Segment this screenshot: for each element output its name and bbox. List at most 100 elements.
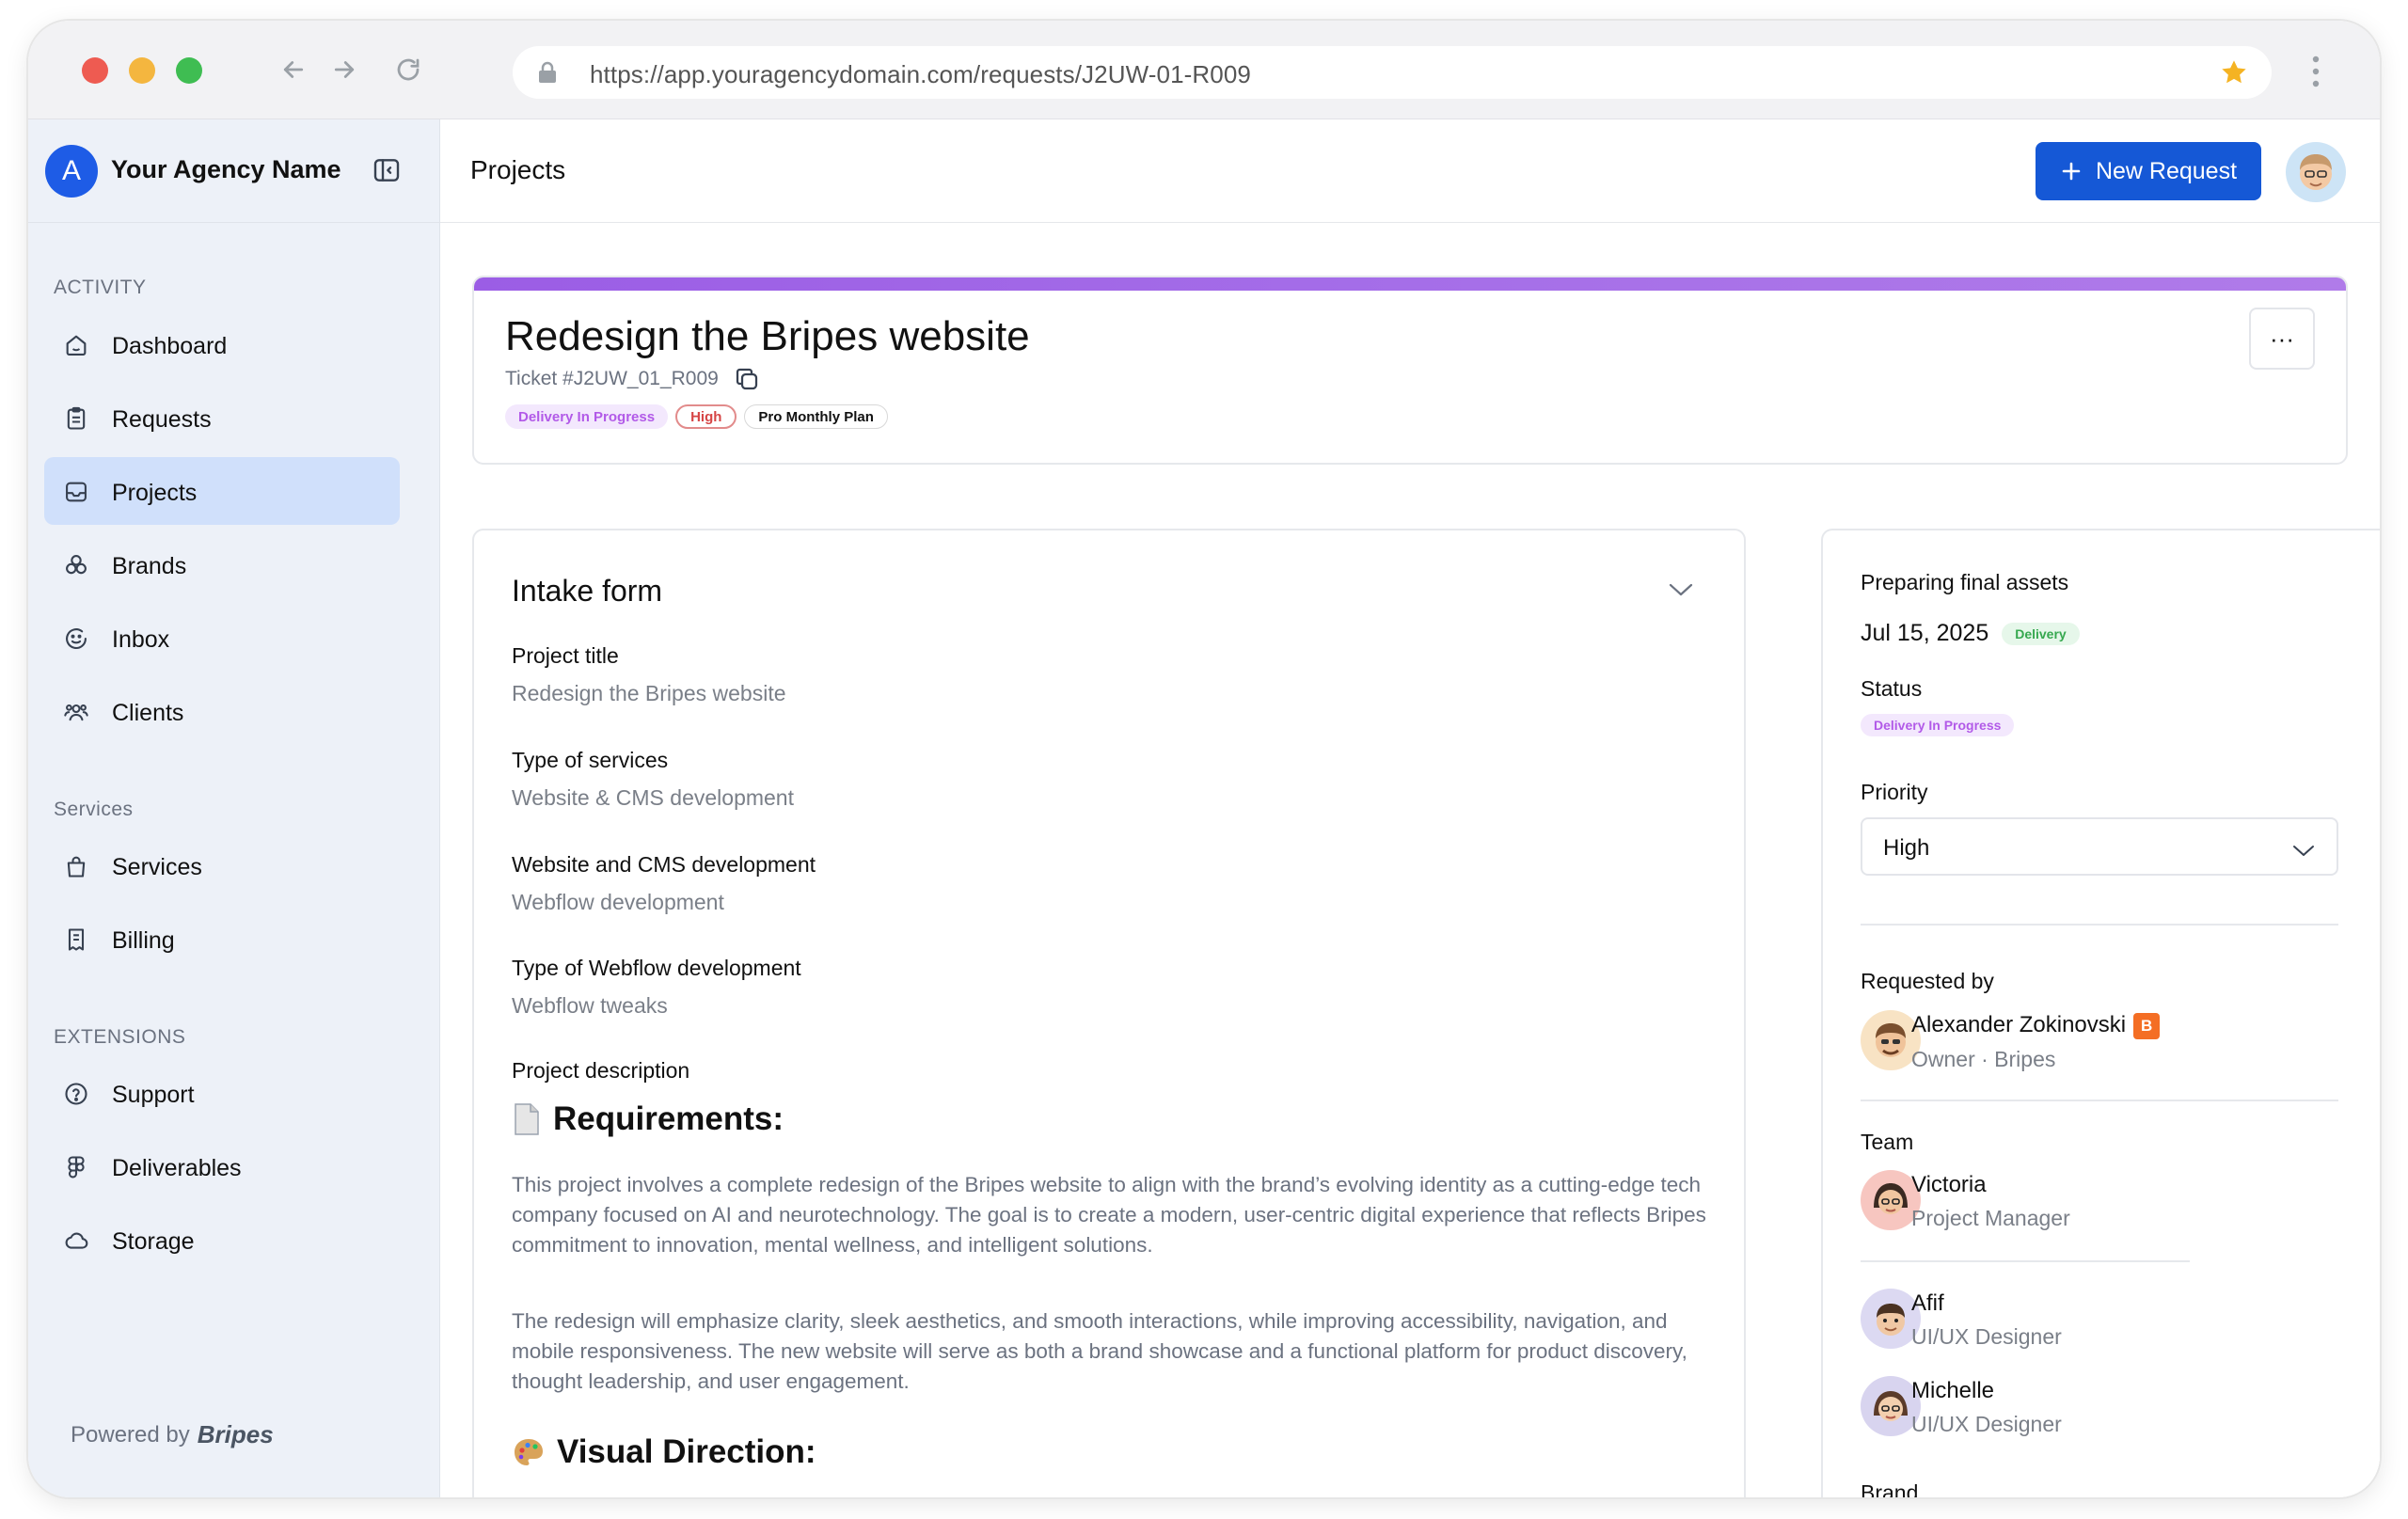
sidebar-item-label: Deliverables [112,1155,242,1181]
sidebar-item-projects[interactable]: Projects [44,457,400,525]
chat-smile-icon [63,625,89,652]
accent-bar [474,277,2346,291]
copy-icon[interactable] [733,365,761,398]
sidebar-item-label: Clients [112,700,184,726]
sidebar-item-deliverables[interactable]: Deliverables [44,1132,400,1200]
maximize-window-button[interactable] [176,57,202,84]
sidebar-item-label: Billing [112,927,175,954]
sidebar-item-label: Projects [112,480,198,506]
field-label: Project title [512,643,619,668]
chevron-down-icon[interactable] [1667,579,1695,605]
milestone-label: Preparing final assets [1861,570,2069,594]
sidebar-item-storage[interactable]: Storage [44,1206,400,1274]
request-details-card: Preparing final assets Jul 15, 2025 Deli… [1821,529,2380,1497]
description-paragraph: The redesign will emphasize clarity, sle… [512,1309,1687,1393]
sidebar-item-brands[interactable]: Brands [44,530,400,598]
field-value: Website & CMS development [512,785,794,810]
plan-badge: Pro Monthly Plan [744,404,888,429]
powered-by-label: Powered by [71,1421,190,1448]
priority-select-value: High [1883,835,1930,861]
delivery-badge: Delivery [2002,622,2080,645]
help-circle-icon [63,1081,89,1107]
sidebar-item-inbox[interactable]: Inbox [44,604,400,672]
request-title: Redesign the Bripes website [505,313,1030,359]
user-avatar[interactable] [2286,142,2346,202]
field-value: Webflow development [512,890,724,914]
team-member-role: Project Manager [1911,1206,2070,1230]
shopping-bag-icon [63,853,89,879]
divider [1861,1100,2338,1101]
minimize-window-button[interactable] [129,57,155,84]
sidebar-item-label: Brands [112,553,187,579]
plus-icon [2062,162,2081,181]
status-value-badge: Delivery In Progress [1861,714,2015,736]
new-request-button[interactable]: New Request [2036,142,2261,200]
priority-select[interactable]: High [1861,817,2338,876]
status-value-wrap: Delivery In Progress [1861,714,2015,736]
browser-window: https://app.youragencydomain.com/request… [28,21,2380,1497]
agency-avatar: A [45,145,98,198]
receipt-icon [63,926,89,953]
team-member-role: UI/UX Designer [1911,1324,2062,1349]
sidebar: A Your Agency Name ACTIVITY Dashboard Re… [28,119,440,1497]
priority-badge: High [675,404,737,429]
status-badge: Delivery In Progress [505,404,669,429]
cloud-icon [63,1227,89,1254]
figma-icon [63,1154,89,1180]
description-paragraph: This project involves a complete redesig… [512,1173,1706,1257]
users-icon [63,699,89,725]
close-window-button[interactable] [82,57,108,84]
sidebar-item-support[interactable]: Support [44,1059,400,1127]
agency-name: Your Agency Name [111,155,341,183]
url-text: https://app.youragencydomain.com/request… [590,60,1251,88]
back-arrow-icon[interactable] [275,51,312,88]
section-label-services: Services [54,799,134,820]
milestone-row: Jul 15, 2025 Delivery [1861,620,2080,647]
sidebar-item-label: Services [112,854,202,880]
divider [1861,1260,2190,1262]
reload-icon[interactable] [389,51,427,88]
priority-label: Priority [1861,780,1928,804]
request-tags: Delivery In Progress High Pro Monthly Pl… [505,404,888,429]
visual-direction-heading: Visual Direction: [512,1433,816,1471]
sidebar-item-label: Support [112,1082,195,1108]
sidebar-toggle-icon[interactable] [372,155,402,190]
status-label: Status [1861,676,1923,701]
visual-direction-text: Visual Direction: [557,1433,816,1470]
team-member-name: Afif [1911,1290,1944,1316]
bookmark-star-icon[interactable] [2219,57,2249,92]
requester-name: Alexander Zokinovski B [1911,1012,2161,1039]
field-label: Type of services [512,748,669,772]
sidebar-brand: A Your Agency Name [28,119,440,223]
sidebar-item-requests[interactable]: Requests [44,384,400,451]
palette-icon [515,1439,543,1465]
forward-arrow-icon[interactable] [325,51,363,88]
sidebar-item-billing[interactable]: Billing [44,905,400,973]
main-content: Projects New Request Redesign the Bripes… [440,119,2380,1497]
requester-role: Owner · Bripes [1911,1047,2056,1071]
milestone-date: Jul 15, 2025 [1861,620,1989,646]
inbox-tray-icon [63,479,89,505]
sidebar-item-label: Inbox [112,626,170,653]
brands-icon [63,552,89,578]
more-options-button[interactable]: ··· [2249,308,2315,370]
address-bar[interactable]: https://app.youragencydomain.com/request… [513,46,2272,99]
requirements-heading: Requirements: [512,1100,784,1138]
divider [1861,924,2338,926]
sidebar-item-dashboard[interactable]: Dashboard [44,310,400,378]
requirements-heading-text: Requirements: [553,1100,784,1137]
sidebar-item-clients[interactable]: Clients [44,677,400,745]
powered-by: Powered by Bripes [71,1420,274,1449]
brand-logo-badge: B [2133,1012,2161,1039]
sidebar-item-services[interactable]: Services [44,831,400,899]
new-request-label: New Request [2095,157,2238,184]
browser-menu-icon[interactable] [2306,53,2325,90]
lock-icon [537,61,558,88]
top-bar: Projects New Request [440,119,2380,223]
intake-form-card: Intake form Project title Redesign the B… [472,529,1746,1497]
powered-by-brand[interactable]: Bripes [198,1420,274,1449]
sidebar-item-label: Storage [112,1228,195,1255]
intake-form-title: Intake form [512,574,663,608]
brand-label: Brand [1861,1480,1919,1497]
page-title: Projects [470,155,566,184]
